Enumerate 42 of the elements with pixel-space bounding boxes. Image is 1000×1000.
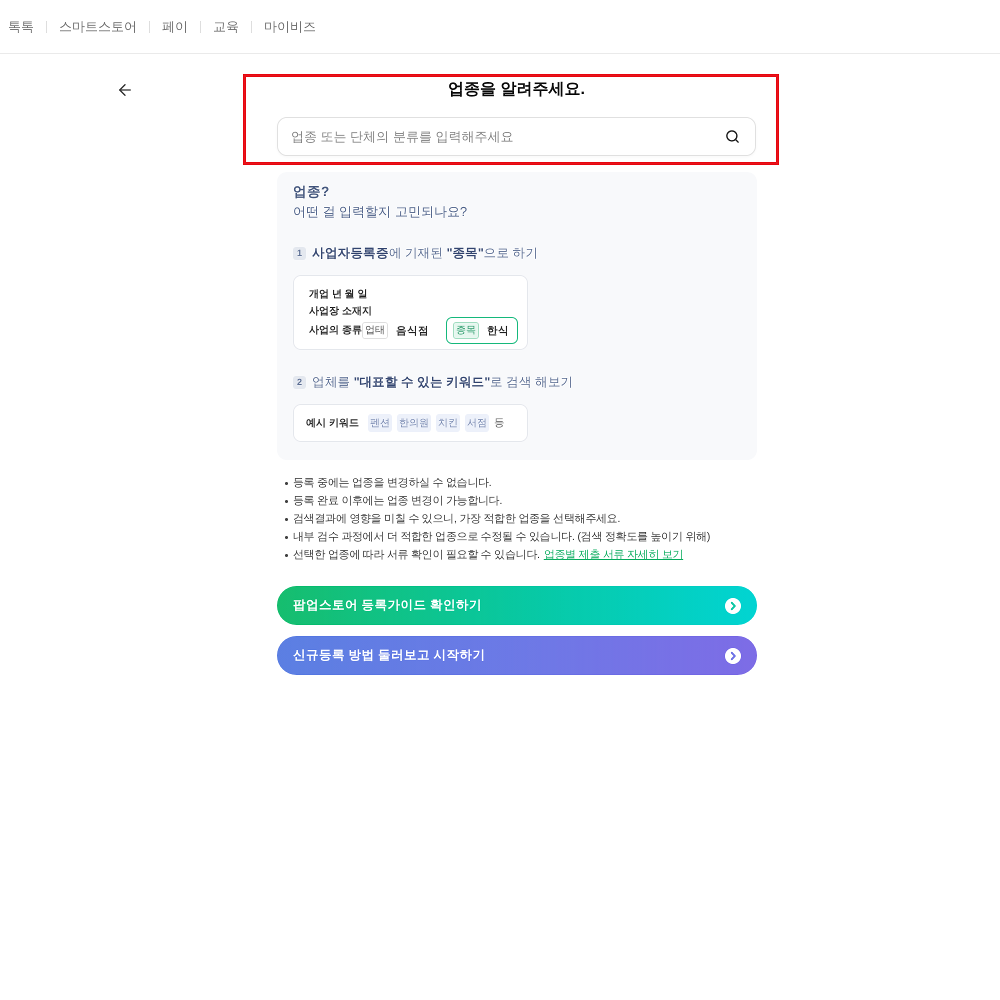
keyword-tag: 펜션 [368,414,392,432]
action-button[interactable]: 신규등록 방법 둘러보고 시작하기 [277,636,757,675]
guide-subtitle: 어떤 걸 입력할지 고민되나요? [293,203,468,221]
chevron-right-icon [725,598,741,614]
bullet-icon [285,482,288,484]
field-tag: 종목 [452,322,479,339]
nav-link[interactable]: 스마트스토어 [59,18,137,34]
nav-link[interactable]: 페이 [162,18,188,34]
step-text: 업체를 "대표할 수 있는 키워드"로 검색 해보기 [312,374,574,391]
search-field[interactable]: 업종 또는 단체의 분류를 입력해주세요 [277,117,756,156]
page-title: 업종을 알려주세요. [447,80,586,100]
keyword-tag: 치킨 [436,414,460,432]
certificate-label: 개업 년 월 일 [309,288,368,302]
step-text: 사업자등록증에 기재된 "종목"으로 하기 [312,245,538,262]
note-text: 선택한 업종에 따라 서류 확인이 필요할 수 있습니다. [293,548,540,563]
note-text: 등록 중에는 업종을 변경하실 수 없습니다. [293,476,492,491]
details-link[interactable]: 업종별 제출 서류 자세히 보기 [544,546,684,564]
chevron-right-icon [725,648,741,664]
keyword-tag: 한의원 [396,414,431,432]
action-button[interactable]: 팝업스토어 등록가이드 확인하기 [277,586,757,625]
bullet-icon [285,500,288,502]
field-tag: 업태 [362,322,388,339]
note-text: 검색결과에 영향을 미칠 수 있으니, 가장 적합한 업종을 선택해주세요. [293,512,620,527]
field-value: 음식점 [396,324,429,338]
step-number: 2 [293,376,306,388]
nav-link[interactable]: 마이비즈 [264,18,316,34]
step-number: 1 [293,246,306,260]
bullet-icon [285,536,288,538]
note-text: 내부 검수 과정에서 더 적합한 업종으로 수정될 수 있습니다. (검색 정확도를 높이기 위해) [293,530,710,545]
search-icon[interactable] [725,129,740,144]
certificate-label: 사업의 종류 [309,324,362,338]
certificate-label: 사업장 소재지 [309,305,372,319]
guide-title: 업종? [293,183,330,201]
nav-link[interactable]: 교육 [213,18,239,34]
nav-link[interactable]: 톡톡 [8,18,34,34]
note-text: 등록 완료 이후에는 업종 변경이 가능합니다. [293,494,502,509]
field-value: 한식 [486,324,509,338]
bullet-icon [285,518,288,520]
keyword-tag: 서점 [464,414,489,432]
bullet-icon [285,554,288,556]
keyword-label: 예시 키워드 [306,417,359,430]
keyword-suffix: 등 [494,416,505,430]
